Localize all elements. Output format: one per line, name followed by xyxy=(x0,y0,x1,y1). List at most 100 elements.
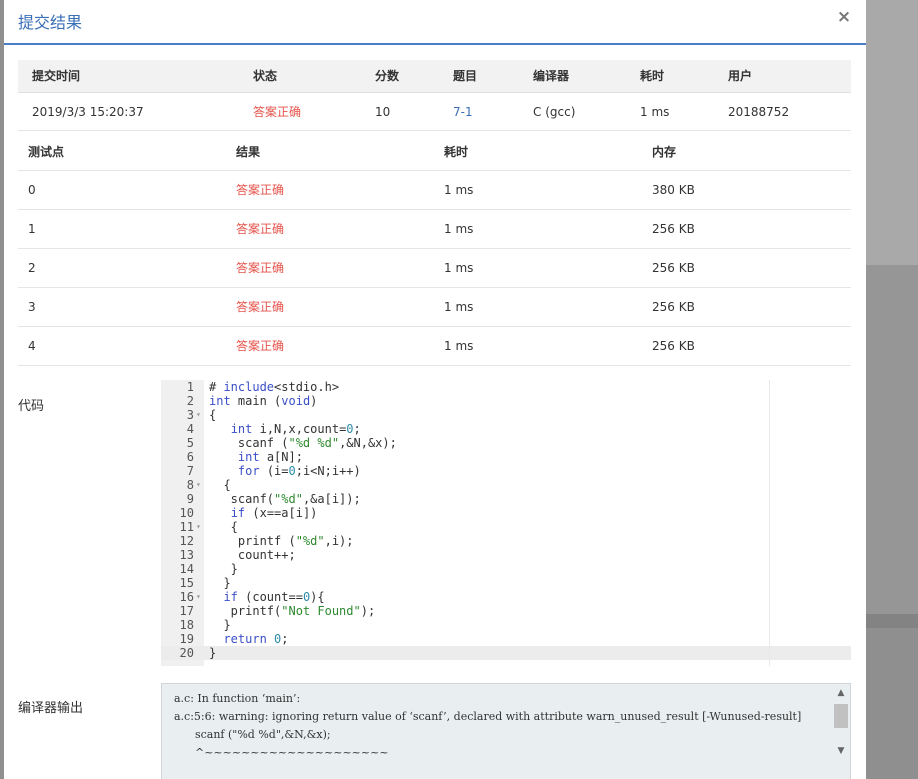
line-number: 8 xyxy=(186,478,194,492)
submit-time: 2019/3/3 15:20:37 xyxy=(32,105,144,119)
vertical-scrollbar[interactable]: ▲ ▼ xyxy=(832,684,850,779)
code-line: 16 ▾ if (count==0){ xyxy=(161,590,851,604)
backdrop xyxy=(866,265,918,615)
line-number: 14 xyxy=(179,562,194,576)
code-text: return 0; xyxy=(223,632,289,646)
code-text: scanf ("%d %d",&N,&x); xyxy=(209,436,397,450)
code-line: 6 int a[N]; xyxy=(161,450,851,464)
test-result: 答案正确 xyxy=(236,300,285,314)
code-line: 2 int main (void) xyxy=(161,394,851,408)
code-text: { xyxy=(209,478,231,492)
test-memory: 256 KB xyxy=(652,339,695,353)
line-number: 9 xyxy=(186,492,194,506)
col-memory: 内存 xyxy=(652,145,677,159)
line-number: 16 xyxy=(179,590,194,604)
code-text: if (x==a[i]) xyxy=(230,506,318,520)
test-memory: 256 KB xyxy=(652,300,695,314)
line-number: 15 xyxy=(179,576,194,590)
close-icon[interactable]: × xyxy=(836,7,852,27)
test-result: 答案正确 xyxy=(236,261,285,275)
scroll-thumb[interactable] xyxy=(834,704,848,728)
code-text: int i,N,x,count=0; xyxy=(230,422,361,436)
test-memory: 380 KB xyxy=(652,183,695,197)
backdrop xyxy=(866,0,918,265)
status-badge: 答案正确 xyxy=(253,105,302,119)
elapsed-time: 1 ms xyxy=(640,105,670,119)
scroll-up-icon[interactable]: ▲ xyxy=(835,688,847,700)
code-text: printf ("%d",i); xyxy=(209,534,354,548)
line-number: 4 xyxy=(186,422,194,436)
test-memory: 256 KB xyxy=(652,261,695,275)
col-elapsed: 耗时 xyxy=(640,69,665,83)
code-text: int a[N]; xyxy=(237,450,303,464)
col-problem: 题目 xyxy=(453,69,478,83)
code-text: count++; xyxy=(209,548,296,562)
fold-icon[interactable]: ▾ xyxy=(196,478,204,492)
test-id: 0 xyxy=(28,183,36,197)
code-line: 3 ▾ { xyxy=(161,408,851,422)
problem-link[interactable]: 7-1 xyxy=(453,93,473,131)
test-result: 答案正确 xyxy=(236,339,285,353)
code-text: } xyxy=(209,618,231,632)
dialog-title: 提交结果 xyxy=(18,13,83,32)
line-number: 11 xyxy=(179,520,194,534)
code-text: # include<stdio.h> xyxy=(209,380,340,394)
line-number: 6 xyxy=(186,450,194,464)
compiler-name: C (gcc) xyxy=(533,105,576,119)
test-time: 1 ms xyxy=(444,222,474,236)
line-number: 20 xyxy=(179,646,194,660)
summary-row: 2019/3/3 15:20:37 答案正确 10 7-1 C (gcc) 1 … xyxy=(18,93,851,131)
code-line: 14 } xyxy=(161,562,851,576)
code-line: 18 } xyxy=(161,618,851,632)
col-submit-time: 提交时间 xyxy=(32,69,81,83)
line-number: 3 xyxy=(186,408,194,422)
code-text: scanf("%d",&a[i]); xyxy=(209,492,361,506)
code-line: 17 printf("Not Found"); xyxy=(161,604,851,618)
test-result: 答案正确 xyxy=(236,222,285,236)
code-line: 10 if (x==a[i]) xyxy=(161,506,851,520)
compiler-output-box[interactable]: a.c: In function ‘main’: a.c:5:6: warnin… xyxy=(161,683,851,779)
test-result: 答案正确 xyxy=(236,183,285,197)
test-cases-table: 测试点 结果 耗时 内存 0 答案正确 1 ms 380 KB 1 答案正确 1… xyxy=(18,132,851,366)
fold-icon[interactable]: ▾ xyxy=(196,520,204,534)
col-score: 分数 xyxy=(375,69,400,83)
scroll-down-icon[interactable]: ▼ xyxy=(835,746,847,758)
test-id: 2 xyxy=(28,261,36,275)
line-number: 13 xyxy=(179,548,194,562)
code-line: 7 for (i=0;i<N;i++) xyxy=(161,464,851,478)
line-number: 18 xyxy=(179,618,194,632)
code-line: 5 scanf ("%d %d",&N,&x); xyxy=(161,436,851,450)
code-line: 20} xyxy=(161,646,851,660)
line-number: 1 xyxy=(186,380,194,394)
code-text: int main (void) xyxy=(209,394,318,408)
user-id: 20188752 xyxy=(728,105,790,119)
compiler-output-label: 编译器输出 xyxy=(18,701,84,716)
test-id: 3 xyxy=(28,300,36,314)
code-line: 11 ▾ { xyxy=(161,520,851,534)
code-editor[interactable]: 1 # include<stdio.h> 2 int main (void) 3 ▾{4 … xyxy=(161,380,851,666)
line-number: 10 xyxy=(179,506,194,520)
fold-icon[interactable]: ▾ xyxy=(196,590,204,604)
table-row: 2 答案正确 1 ms 256 KB xyxy=(18,249,851,288)
code-text: { xyxy=(209,520,238,534)
line-number: 7 xyxy=(186,464,194,478)
col-result: 结果 xyxy=(236,145,261,159)
code-line: 9 scanf("%d",&a[i]); xyxy=(161,492,851,506)
col-time: 耗时 xyxy=(444,145,469,159)
compiler-output-text: a.c: In function ‘main’: a.c:5:6: warnin… xyxy=(174,692,802,759)
line-number: 5 xyxy=(186,436,194,450)
code-line: 1 # include<stdio.h> xyxy=(161,380,851,394)
code-text: if (count==0){ xyxy=(223,590,325,604)
code-text: } xyxy=(209,576,231,590)
line-number: 19 xyxy=(179,632,194,646)
line-number: 12 xyxy=(179,534,194,548)
code-line: 15 } xyxy=(161,576,851,590)
code-line: 4 int i,N,x,count=0; xyxy=(161,422,851,436)
table-row: 4 答案正确 1 ms 256 KB xyxy=(18,327,851,366)
score: 10 xyxy=(375,105,391,119)
fold-icon[interactable]: ▾ xyxy=(196,408,204,422)
test-time: 1 ms xyxy=(444,300,474,314)
submission-result-dialog: 提交结果 × 提交时间 状态 分数 题目 编译器 耗时 用户 2019/3/3 … xyxy=(4,0,866,779)
test-id: 4 xyxy=(28,339,36,353)
test-id: 1 xyxy=(28,222,36,236)
